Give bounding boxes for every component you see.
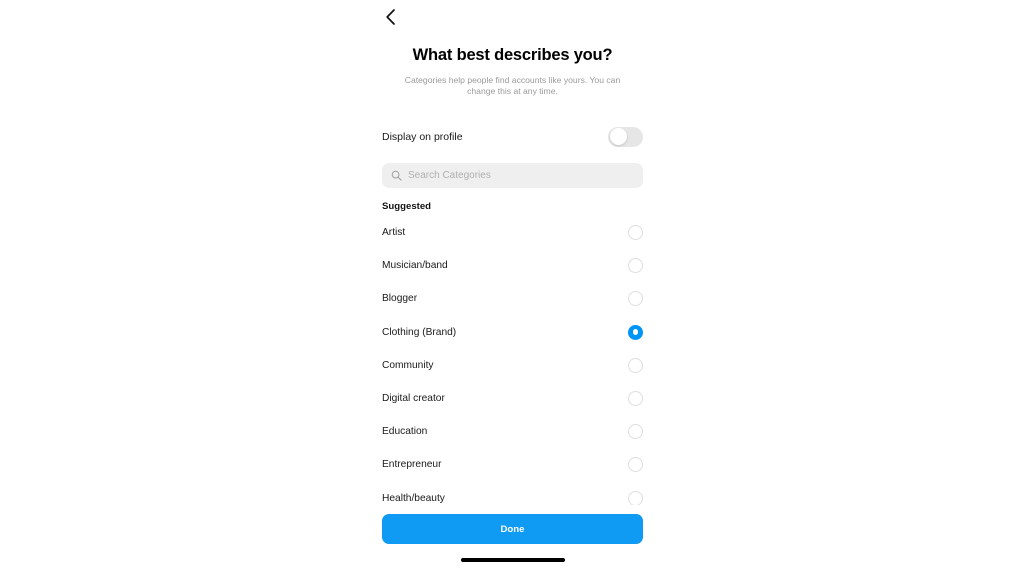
top-bar (370, 0, 655, 34)
page-title: What best describes you? (412, 46, 613, 64)
done-button[interactable]: Done (382, 514, 643, 544)
list-item[interactable]: Entrepreneur (382, 448, 643, 481)
radio-button[interactable] (628, 258, 643, 274)
list-item[interactable]: Artist (382, 216, 643, 249)
radio-button-selected[interactable] (628, 324, 643, 340)
radio-button[interactable] (628, 424, 643, 440)
home-indicator (460, 558, 565, 562)
page-header: What best describes you? Categories help… (370, 34, 655, 98)
list-item[interactable]: Community (382, 349, 643, 382)
list-item[interactable]: Clothing (Brand) (382, 316, 643, 349)
home-indicator-area (370, 544, 655, 576)
list-item[interactable]: Blogger (382, 282, 643, 315)
list-item-label: Clothing (Brand) (382, 326, 457, 338)
radio-button[interactable] (628, 490, 643, 505)
toggle-knob (609, 128, 627, 146)
page-subtitle: Categories help people find accounts lik… (404, 74, 621, 97)
category-list[interactable]: Artist Musician/band Blogger Clothing (Bran… (382, 216, 643, 505)
phone-viewport: What best describes you? Categories help… (370, 0, 655, 576)
list-item-label: Community (382, 359, 434, 371)
list-item[interactable]: Health/beauty (382, 481, 643, 505)
list-item-label: Health/beauty (382, 492, 445, 504)
search-icon (391, 170, 402, 181)
search-input[interactable]: Search Categories (382, 162, 643, 188)
screen-root: What best describes you? Categories help… (0, 0, 1024, 576)
radio-button[interactable] (628, 391, 643, 407)
list-item[interactable]: Education (382, 415, 643, 448)
list-item-label: Artist (382, 227, 406, 239)
radio-button[interactable] (628, 225, 643, 241)
section-title-suggested: Suggested (382, 200, 432, 212)
radio-button[interactable] (628, 291, 643, 307)
display-on-profile-row[interactable]: Display on profile (382, 118, 643, 156)
display-on-profile-toggle[interactable] (608, 126, 643, 147)
back-button[interactable] (379, 6, 401, 28)
chevron-left-icon (384, 8, 397, 26)
search-placeholder: Search Categories (408, 169, 491, 181)
radio-button[interactable] (628, 357, 643, 373)
list-item[interactable]: Digital creator (382, 382, 643, 415)
list-item-label: Blogger (382, 293, 418, 305)
display-on-profile-label: Display on profile (382, 130, 463, 143)
content-area: Display on profile Search Categories Sug… (370, 98, 655, 505)
list-item-label: Education (382, 426, 428, 438)
list-item-label: Musician/band (382, 260, 448, 272)
list-item-label: Digital creator (382, 393, 445, 405)
footer: Done (370, 505, 655, 544)
radio-button[interactable] (628, 457, 643, 473)
list-item-label: Entrepreneur (382, 459, 442, 471)
list-item[interactable]: Musician/band (382, 249, 643, 282)
